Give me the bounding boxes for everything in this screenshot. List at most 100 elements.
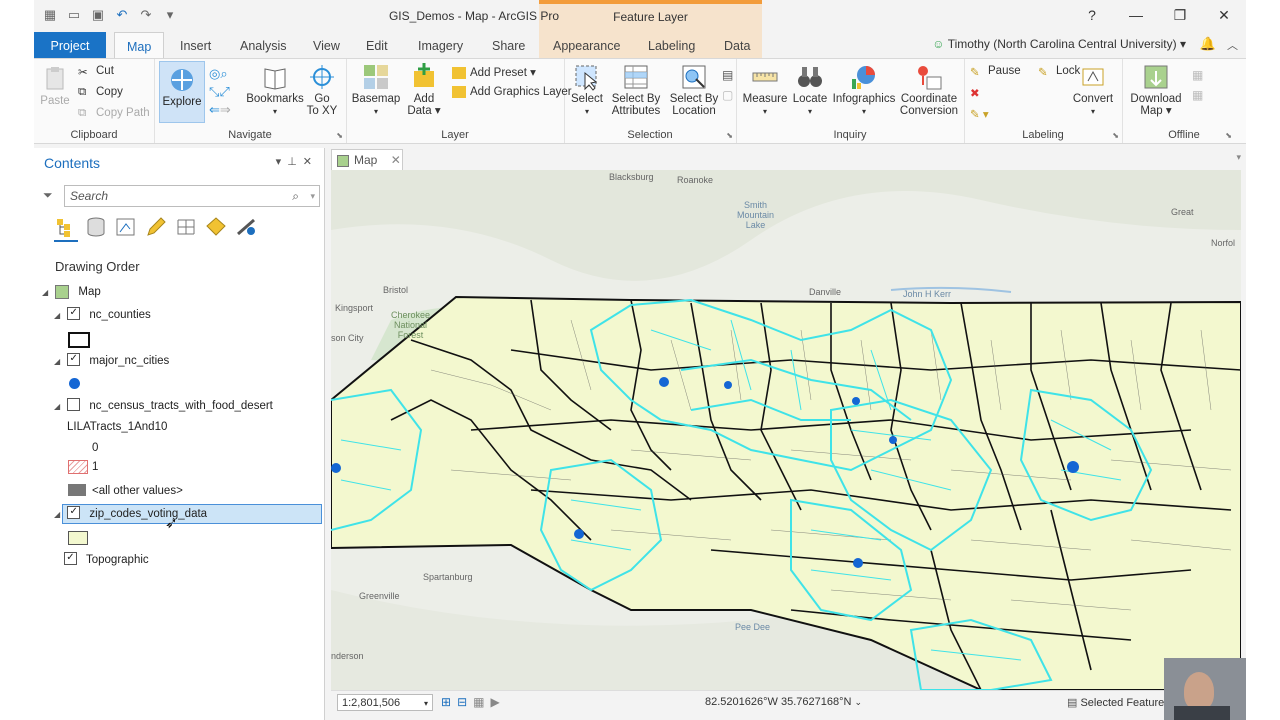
search-options-icon[interactable]: ▾ [310,186,315,206]
visibility-checkbox[interactable]: ✓ [67,506,81,520]
copy-path-button[interactable]: ⧉ Copy Path [78,107,150,119]
selection-launcher-icon[interactable]: ⬊ [726,131,733,140]
convert-button[interactable]: Convert ▾ [1068,63,1118,118]
visibility-checkbox[interactable]: ✓ [64,552,77,566]
grid-icon[interactable]: ⊟ [457,695,473,709]
tab-data[interactable]: Data [712,32,762,58]
visibility-checkbox[interactable]: ✓ [67,307,81,321]
map-tab-icon [337,154,349,167]
selection-list-icon[interactable] [114,216,138,240]
basemap-button[interactable]: Basemap ▾ [350,63,402,118]
presenter-face [1184,672,1214,710]
labeling-group: ✎ Pause ✎ Lock ✖ ✎ ▾ Convert ▾ Labeling ⬊ [964,59,1123,143]
tab-share[interactable]: Share [480,32,537,58]
visibility-checkbox[interactable]: ✓ [67,353,81,367]
selection-small-tools[interactable]: ▤ ▢ [722,65,733,105]
cut-button[interactable]: ✂ Cut [78,65,114,79]
tab-insert[interactable]: Insert [168,32,223,58]
collapse-ribbon-icon[interactable]: ︿ [1227,37,1238,53]
perspective-icon[interactable] [234,216,258,240]
locate-button[interactable]: Locate ▾ [790,63,830,118]
layer-nc-census-tracts[interactable]: ◢ nc_census_tracts_with_food_desert [54,396,273,416]
tab-view[interactable]: View [301,32,352,58]
tab-edit[interactable]: Edit [354,32,400,58]
map-label-norfolk: Norfol [1211,238,1236,248]
scale-selector[interactable]: 1:2,801,506 ▾ [337,694,433,711]
fixed-extent-icon[interactable]: ⊞ [441,695,457,709]
select-button[interactable]: Select ▾ [568,63,606,118]
labeling-launcher-icon[interactable]: ⬊ [1112,131,1119,140]
view-unplaced-button[interactable]: ✖ [970,86,980,100]
table-icon[interactable]: ▦ [473,695,490,709]
close-button[interactable]: ✕ [1202,0,1246,32]
copy-button[interactable]: ⧉ Copy [78,86,123,98]
county-symbol[interactable] [68,332,90,348]
navigate-launcher-icon[interactable]: ⬊ [336,131,343,140]
offline-launcher-icon[interactable]: ⬊ [1225,131,1232,140]
coordinate-conversion-button[interactable]: Coordinate Conversion [898,63,960,117]
other-values-symbol[interactable] [68,484,86,496]
pane-controls[interactable]: ▾⊥✕ [276,155,318,168]
ribbon-tabs: Project Map Insert Analysis View Edit Im… [34,32,1246,58]
zip-symbol[interactable] [68,531,88,545]
presenter-shirt [1174,706,1230,720]
map-label-johnson-city: son City [331,333,364,343]
class-1-symbol[interactable] [68,460,88,474]
map-node[interactable]: ◢ Map [42,282,101,302]
selected-features-indicator[interactable]: ▤ Selected Features: [1067,696,1173,709]
add-graphics-layer-button[interactable]: Add Graphics Layer [452,86,572,98]
add-preset-button[interactable]: Add Preset ▾ [452,65,536,79]
collapse-icon[interactable]: ◢ [54,397,64,417]
play-icon[interactable]: ▶ [490,695,505,709]
city-point-symbol[interactable] [69,378,80,389]
tab-labeling[interactable]: Labeling [636,32,707,58]
bookmarks-button[interactable]: Bookmarks ▾ [246,63,304,118]
labeling-list-icon[interactable] [204,216,228,240]
contents-search-input[interactable]: Search ⌕ ▾ [64,185,320,207]
restore-button[interactable]: ❐ [1158,0,1202,32]
layer-major-nc-cities[interactable]: ◢ ✓ major_nc_cities [54,351,169,371]
select-by-attributes-button[interactable]: Select By Attributes [608,63,664,117]
collapse-icon[interactable]: ◢ [42,283,52,303]
offline-small-tools[interactable]: ▦ ▦ [1192,65,1203,105]
layer-zip-codes-voting-data[interactable]: ◢ ✓ zip_codes_voting_data [54,504,207,524]
map-view-tab[interactable]: Map ✕ [331,149,403,170]
selected-features-icon: ▤ [1067,697,1078,709]
visibility-checkbox[interactable] [67,398,81,412]
tab-analysis[interactable]: Analysis [228,32,299,58]
select-by-location-button[interactable]: Select By Location [666,63,722,117]
layer-topographic[interactable]: ✓ Topographic [64,550,149,570]
layer-nc-counties[interactable]: ◢ ✓ nc_counties [54,305,151,325]
close-tab-icon[interactable]: ✕ [391,153,401,167]
user-account[interactable]: ☺ Timothy (North Carolina Central Univer… [932,37,1186,51]
editing-icon[interactable] [144,216,168,240]
collapse-icon[interactable]: ◢ [54,505,64,525]
more-labeling-button[interactable]: ✎ ▾ [970,107,989,121]
go-to-xy-button[interactable]: Go To XY [304,63,340,117]
collapse-icon[interactable]: ◢ [54,352,64,372]
tab-project[interactable]: Project [34,32,106,58]
tab-imagery[interactable]: Imagery [406,32,475,58]
paste-button[interactable]: Paste [38,65,72,107]
status-tools[interactable]: ⊞⊟▦▶ [441,695,506,709]
collapse-icon[interactable]: ◢ [54,306,64,326]
infographics-button[interactable]: Infographics ▾ [832,63,896,118]
explore-button[interactable]: Explore [159,61,205,123]
help-button[interactable]: ? [1070,0,1114,32]
pause-labels-button[interactable]: ✎ Pause [970,65,1021,79]
filter-icon[interactable]: ⏷ [43,188,53,203]
tab-appearance[interactable]: Appearance [541,32,632,58]
map-view[interactable]: Blacksburg Roanoke Smith Mountain Lake Gre… [331,170,1241,690]
navigate-small-tools[interactable]: ◎⌕ ⤡⤢ ⇐⇒ [209,65,245,119]
drawing-order-icon[interactable] [54,216,78,242]
tab-map[interactable]: Map [114,32,165,58]
notification-icon[interactable]: 🔔 [1200,36,1216,52]
data-source-icon[interactable] [84,216,108,240]
minimize-button[interactable]: — [1114,0,1158,32]
measure-button[interactable]: Measure ▾ [742,63,788,118]
add-data-button[interactable]: Add Data ▾ [404,63,444,117]
map-canvas[interactable] [331,170,1241,690]
snapping-icon[interactable] [174,216,198,240]
download-map-button[interactable]: Download Map ▾ [1126,63,1186,117]
tab-overflow-icon[interactable]: ▾ [1236,152,1241,163]
